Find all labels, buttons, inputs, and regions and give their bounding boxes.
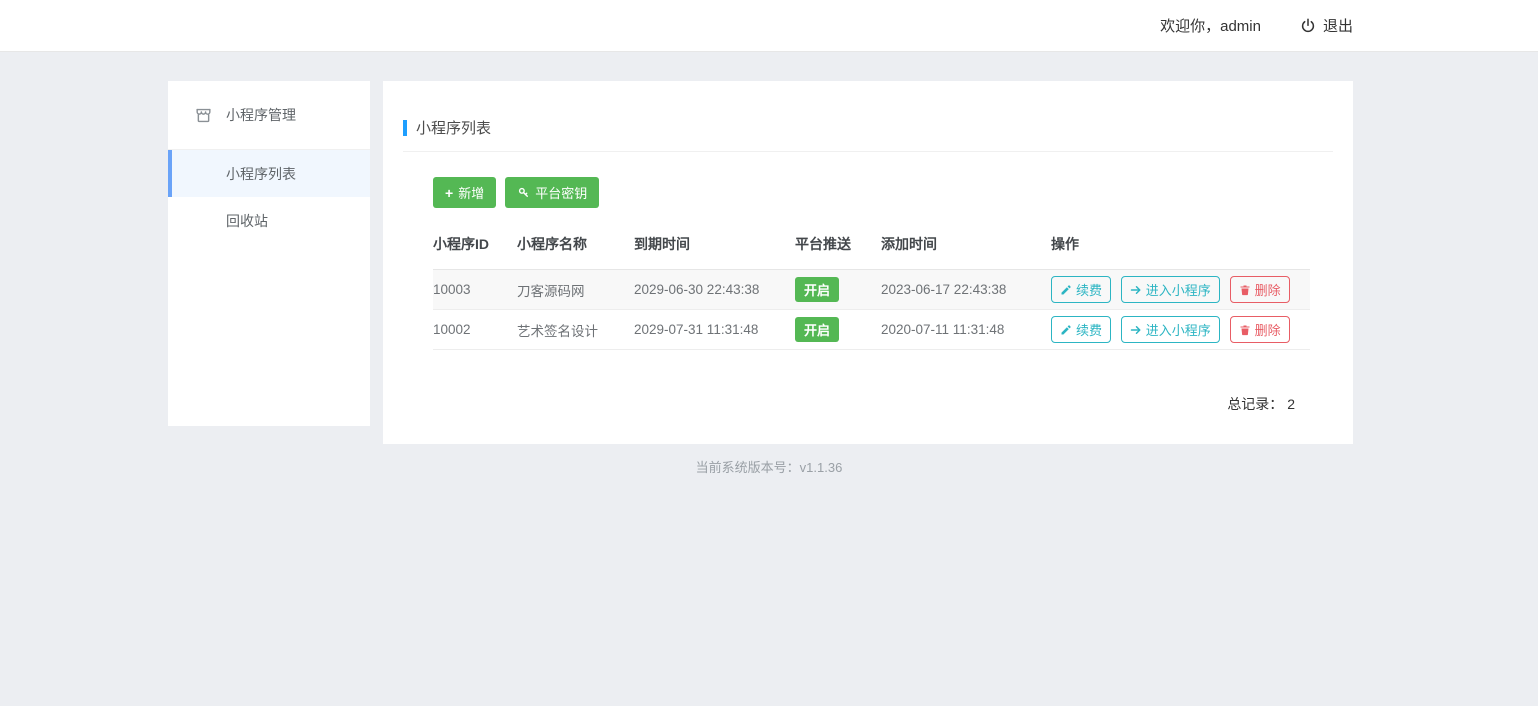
delete-label: 删除: [1255, 320, 1281, 339]
delete-button[interactable]: 删除: [1230, 276, 1290, 303]
arrow-right-icon: [1130, 284, 1142, 296]
toolbar: + 新增 平台密钥: [433, 177, 1310, 208]
panel-title: 小程序列表: [403, 81, 1333, 152]
sidebar-group-miniprogram-management[interactable]: 小程序管理: [168, 81, 370, 150]
version-footer: 当前系统版本号：v1.1.36: [0, 457, 1538, 476]
panel-content: + 新增 平台密钥: [383, 177, 1353, 414]
sidebar-item-recycle-bin[interactable]: 回收站: [168, 197, 370, 244]
miniprogram-table: 小程序ID 小程序名称 到期时间 平台推送 添加时间 操作 10003 刀客源码…: [433, 221, 1310, 350]
trash-icon: [1239, 284, 1251, 296]
plus-icon: +: [445, 186, 453, 200]
col-header-expire: 到期时间: [634, 221, 795, 270]
col-header-name: 小程序名称: [517, 221, 634, 270]
renew-button[interactable]: 续费: [1051, 316, 1111, 343]
sidebar: 小程序管理 小程序列表 回收站: [168, 81, 370, 426]
cell-name: 刀客源码网: [517, 270, 634, 310]
enter-miniprogram-button[interactable]: 进入小程序: [1121, 316, 1220, 343]
title-accent-bar: [403, 120, 407, 136]
col-header-added: 添加时间: [881, 221, 1051, 270]
topbar: 欢迎你，admin 退出: [0, 0, 1538, 52]
cell-expire: 2029-06-30 22:43:38: [634, 270, 795, 310]
logout-button[interactable]: 退出: [1299, 15, 1353, 36]
key-icon: [517, 186, 530, 199]
table-header-row: 小程序ID 小程序名称 到期时间 平台推送 添加时间 操作: [433, 221, 1310, 270]
cell-added: 2020-07-11 11:31:48: [881, 310, 1051, 350]
page-body: 小程序管理 小程序列表 回收站 小程序列表 + 新增: [168, 81, 1538, 444]
enter-miniprogram-button[interactable]: 进入小程序: [1121, 276, 1220, 303]
total-records: 总记录： 2: [433, 394, 1310, 414]
add-button-label: 新增: [458, 183, 484, 202]
pencil-icon: [1060, 284, 1072, 296]
renew-button[interactable]: 续费: [1051, 276, 1111, 303]
table-row: 10003 刀客源码网 2029-06-30 22:43:38 开启 2023-…: [433, 270, 1310, 310]
col-header-id: 小程序ID: [433, 221, 517, 270]
platform-key-label: 平台密钥: [535, 183, 587, 202]
welcome-text: 欢迎你，admin: [1160, 15, 1261, 36]
sidebar-item-label: 回收站: [226, 211, 268, 231]
cell-added: 2023-06-17 22:43:38: [881, 270, 1051, 310]
cell-name: 艺术签名设计: [517, 310, 634, 350]
status-badge: 开启: [795, 277, 839, 302]
enter-label: 进入小程序: [1146, 280, 1211, 299]
col-header-push: 平台推送: [795, 221, 881, 270]
col-header-actions: 操作: [1051, 221, 1310, 270]
cell-id: 10002: [433, 310, 517, 350]
platform-key-button[interactable]: 平台密钥: [505, 177, 599, 208]
pencil-icon: [1060, 324, 1072, 336]
table-row: 10002 艺术签名设计 2029-07-31 11:31:48 开启 2020…: [433, 310, 1310, 350]
sidebar-item-miniprogram-list[interactable]: 小程序列表: [168, 150, 370, 197]
status-badge: 开启: [795, 317, 839, 342]
cell-id: 10003: [433, 270, 517, 310]
power-icon: [1299, 17, 1317, 35]
enter-label: 进入小程序: [1146, 320, 1211, 339]
sidebar-group-label: 小程序管理: [226, 105, 296, 125]
trash-icon: [1239, 324, 1251, 336]
main-panel: 小程序列表 + 新增 平台密钥: [383, 81, 1353, 444]
storefront-icon: [194, 106, 213, 125]
renew-label: 续费: [1076, 280, 1102, 299]
panel-title-text: 小程序列表: [416, 117, 491, 138]
cell-expire: 2029-07-31 11:31:48: [634, 310, 795, 350]
renew-label: 续费: [1076, 320, 1102, 339]
delete-button[interactable]: 删除: [1230, 316, 1290, 343]
add-button[interactable]: + 新增: [433, 177, 496, 208]
sidebar-item-label: 小程序列表: [226, 164, 296, 184]
logout-label: 退出: [1323, 15, 1353, 36]
delete-label: 删除: [1255, 280, 1281, 299]
arrow-right-icon: [1130, 324, 1142, 336]
